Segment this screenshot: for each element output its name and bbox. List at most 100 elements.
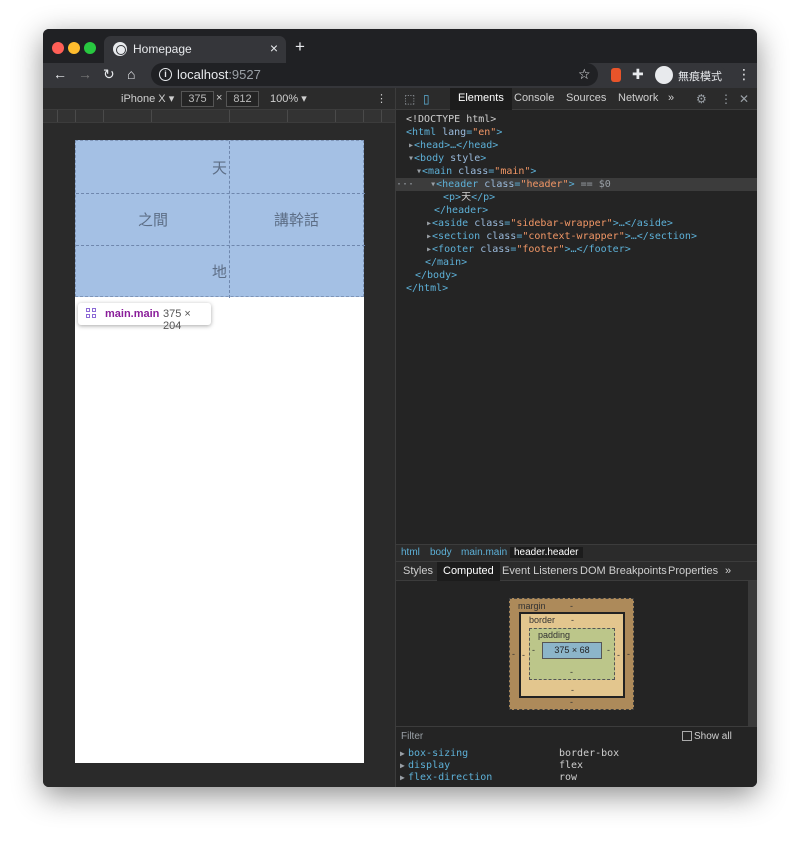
footer-text: 地 [212, 263, 228, 281]
media-query-ruler [43, 110, 395, 123]
tab-sources[interactable]: Sources [558, 88, 614, 110]
tab-console[interactable]: Console [506, 88, 562, 110]
close-window-button[interactable] [52, 42, 64, 54]
browser-menu-icon[interactable]: ⋮ [737, 66, 751, 83]
expand-arrow-icon[interactable]: ▶ [400, 772, 405, 784]
box-border[interactable]: border - - - - padding - - - 375 × 68 [519, 612, 625, 698]
computed-property-row[interactable]: ▶ flex-direction row [396, 772, 746, 784]
dom-node[interactable]: ▸<head>…</head> [396, 139, 757, 152]
box-margin[interactable]: margin - - - - border - - - - padding - … [509, 598, 634, 710]
tab-dom-breakpoints[interactable]: DOM Breakpoints [574, 562, 673, 581]
device-more-icon[interactable]: ⋮ [376, 92, 387, 105]
grid-icon [86, 308, 97, 319]
tab-network[interactable]: Network [610, 88, 666, 110]
box-model-diagram: margin - - - - border - - - - padding - … [396, 581, 748, 726]
grid-line [76, 193, 365, 194]
dom-node[interactable]: </body> [396, 269, 757, 282]
device-select[interactable]: iPhone X ▾ [121, 92, 174, 105]
tooltip-size: 375 × 204 [163, 308, 191, 332]
devtools-panel: ⬚ ▯ Elements Console Sources Network » ⚙… [395, 88, 757, 787]
breadcrumb: html body main.main header.header [396, 544, 757, 561]
computed-filter[interactable]: Filter Show all [396, 726, 757, 746]
new-tab-button[interactable]: + [295, 37, 305, 57]
dom-tree: <!DOCTYPE html> <html lang="en"> ▸<head>… [396, 111, 757, 544]
address-bar[interactable]: i localhost:9527 [151, 63, 598, 86]
property-value: flex [559, 760, 584, 771]
inspect-element-icon[interactable]: ⬚ [404, 92, 415, 106]
computed-property-row[interactable]: ▶ box-sizing border-box [396, 748, 746, 760]
border-bottom-value: - [571, 685, 574, 695]
dom-node[interactable]: </main> [396, 256, 757, 269]
dom-node[interactable]: ▸<section class="context-wrapper">…</sec… [396, 230, 757, 243]
incognito-badge[interactable]: 無痕模式 [654, 65, 726, 85]
incognito-label: 無痕模式 [678, 71, 722, 83]
more-subtabs-icon[interactable]: » [719, 562, 737, 581]
dom-node[interactable]: <!DOCTYPE html> [396, 113, 757, 126]
tab-elements[interactable]: Elements [450, 88, 512, 110]
filter-placeholder: Filter [401, 731, 424, 742]
scrollbar[interactable] [748, 581, 757, 726]
reload-icon[interactable]: ↻ [103, 66, 115, 83]
grid-line [76, 245, 365, 246]
tab-properties[interactable]: Properties [662, 562, 724, 581]
property-name: box-sizing [408, 748, 469, 759]
devtools-menu-icon[interactable]: ⋮ [720, 92, 732, 106]
computed-properties: ▶ box-sizing border-box ▶ display flex ▶… [396, 746, 757, 787]
box-content-size[interactable]: 375 × 68 [542, 642, 602, 659]
dom-node[interactable]: ▾<main class="main"> [396, 165, 757, 178]
property-value: row [559, 772, 578, 783]
breadcrumb-body[interactable]: body [430, 547, 452, 558]
show-all-label: Show all [694, 731, 732, 742]
device-height-input[interactable]: 812 [226, 91, 259, 107]
computed-property-row[interactable]: ▶ display flex [396, 760, 746, 772]
dom-node[interactable]: <html lang="en"> [396, 126, 757, 139]
margin-bottom-value: - [570, 697, 573, 707]
settings-gear-icon[interactable]: ⚙ [696, 92, 707, 106]
browser-tab[interactable]: Homepage × [104, 36, 286, 63]
minimize-window-button[interactable] [68, 42, 80, 54]
grid-line [229, 141, 230, 298]
header-text: 天 [212, 159, 228, 177]
expand-arrow-icon[interactable]: ▶ [400, 760, 405, 772]
tab-computed[interactable]: Computed [437, 562, 500, 581]
box-padding[interactable]: padding - - - 375 × 68 [529, 628, 615, 680]
forward-arrow-icon[interactable]: → [78, 66, 92, 82]
maximize-window-button[interactable] [84, 42, 96, 54]
device-screen: 天 之間 講幹話 地 main.main 375 × 204 [75, 140, 365, 763]
breadcrumb-header[interactable]: header.header [510, 547, 583, 558]
dom-node[interactable]: ▾<body style> [396, 152, 757, 165]
bookmark-star-icon[interactable]: ☆ [578, 66, 591, 83]
more-tabs-icon[interactable]: » [660, 88, 682, 110]
margin-left-value: - [512, 649, 515, 659]
url-text: localhost:9527 [177, 67, 261, 82]
tab-styles[interactable]: Styles [397, 562, 439, 581]
dom-node[interactable]: </header> [396, 204, 757, 217]
main-highlight: 天 之間 講幹話 地 [75, 140, 365, 298]
incognito-avatar-icon [655, 66, 673, 84]
border-top-value: - [571, 615, 574, 625]
border-right-value: - [617, 650, 620, 660]
dom-node[interactable]: ▸<aside class="sidebar-wrapper">…</aside… [396, 217, 757, 230]
breadcrumb-main[interactable]: main.main [461, 547, 507, 558]
tab-close-icon[interactable]: × [270, 40, 278, 56]
dom-node[interactable]: <p>天</p> [396, 191, 757, 204]
dom-node-selected[interactable]: ··· ▾<header class="header"> == $0 [396, 178, 757, 191]
puzzle-extensions-icon[interactable]: ✚ [632, 66, 644, 83]
close-devtools-icon[interactable]: ✕ [739, 92, 749, 106]
styles-subtabs: Styles Computed Event Listeners DOM Brea… [396, 561, 757, 581]
dom-node[interactable]: </html> [396, 282, 757, 295]
dom-node[interactable]: ▸<footer class="footer">…</footer> [396, 243, 757, 256]
extension-icon[interactable] [611, 68, 621, 82]
site-info-icon[interactable]: i [159, 68, 172, 81]
device-width-input[interactable]: 375 [181, 91, 214, 107]
globe-icon [113, 42, 127, 56]
device-toggle-icon[interactable]: ▯ [423, 92, 430, 106]
tooltip-selector: main.main [105, 308, 160, 320]
zoom-select[interactable]: 100% ▾ [270, 92, 307, 105]
back-arrow-icon[interactable]: ← [53, 66, 67, 82]
show-all-checkbox[interactable] [682, 731, 692, 741]
expand-arrow-icon[interactable]: ▶ [400, 748, 405, 760]
breadcrumb-html[interactable]: html [401, 547, 420, 558]
tab-event-listeners[interactable]: Event Listeners [496, 562, 584, 581]
home-icon[interactable]: ⌂ [127, 66, 135, 82]
